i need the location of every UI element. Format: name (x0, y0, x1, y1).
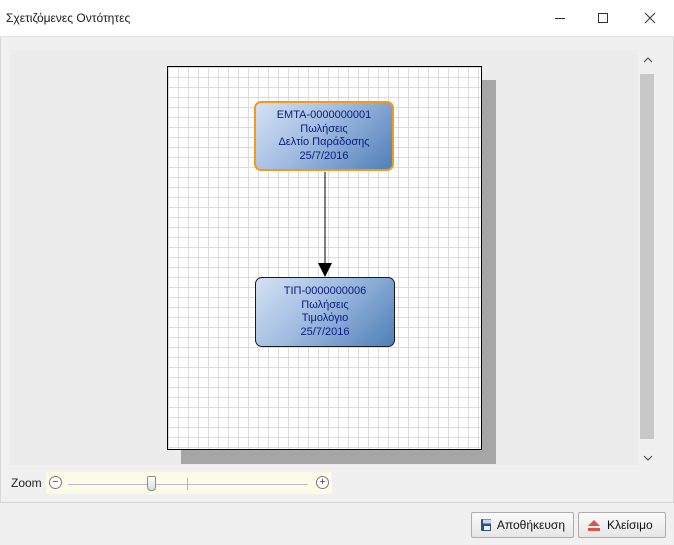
node-code: ΕΜΤΑ-0000000001 (276, 109, 372, 121)
relation-connector (318, 172, 332, 277)
chevron-up-icon (643, 57, 653, 63)
zoom-slider-thumb[interactable] (147, 476, 156, 491)
node-code: ΤΙΠ-0000000006 (283, 285, 367, 297)
close-button-label: Κλείσιμο (607, 518, 653, 532)
node-category: Πωλήσεις (301, 298, 349, 311)
zoom-label: Zoom (11, 476, 42, 490)
minus-icon: − (52, 476, 59, 488)
zoom-control: − + (46, 472, 332, 494)
plus-icon: + (319, 476, 326, 488)
scroll-down-button[interactable] (638, 448, 658, 468)
scroll-up-button[interactable] (638, 50, 658, 70)
zoom-out-button[interactable]: − (49, 476, 62, 489)
node-date: 25/7/2016 (299, 149, 349, 162)
entity-node[interactable]: ΕΜΤΑ-0000000001 Πωλήσεις Δελτίο Παράδοση… (254, 101, 394, 171)
node-doc-type: Δελτίο Παράδοσης (278, 136, 370, 148)
save-icon (481, 519, 491, 531)
zoom-in-button[interactable]: + (316, 476, 329, 489)
zoom-slider-tick (187, 478, 188, 490)
scroll-thumb[interactable] (640, 74, 654, 439)
close-button[interactable]: Κλείσιμο (578, 512, 666, 538)
vertical-scrollbar[interactable] (638, 50, 658, 466)
save-button[interactable]: Αποθήκευση (471, 512, 574, 538)
node-date: 25/7/2016 (300, 325, 350, 338)
chevron-down-icon (643, 455, 653, 461)
node-doc-type: Τιμολόγιο (301, 312, 349, 324)
eject-icon (588, 520, 600, 531)
entity-node[interactable]: ΤΙΠ-0000000006 Πωλήσεις Τιμολόγιο 25/7/2… (255, 277, 395, 347)
save-button-label: Αποθήκευση (496, 518, 565, 532)
zoom-slider-track[interactable] (68, 484, 308, 485)
node-category: Πωλήσεις (300, 122, 348, 135)
arrowhead-icon (318, 263, 332, 277)
dialog-footer: Αποθήκευση Κλείσιμο (0, 502, 674, 545)
